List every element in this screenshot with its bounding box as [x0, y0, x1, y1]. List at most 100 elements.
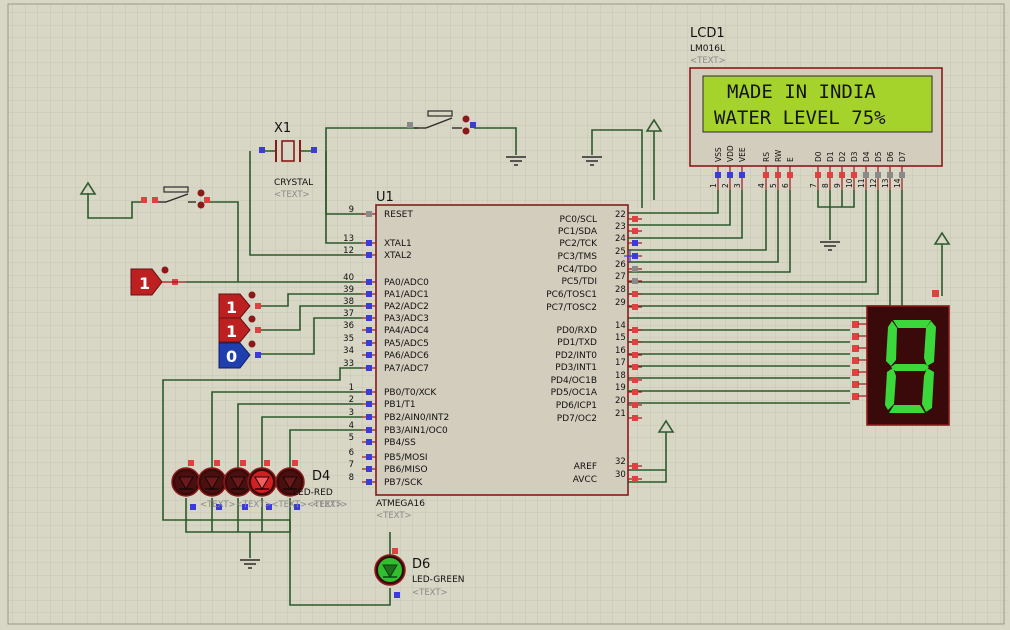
u1-pin-label: PA0/ADC0 [384, 278, 429, 288]
lcd-pin-number: 5 [769, 183, 778, 188]
u1-pin-number: 32 [615, 457, 626, 467]
u1-pin-label: PB3/AIN1/OC0 [384, 426, 448, 436]
led-red-part: LED-RED [293, 488, 333, 498]
lcd-pin-label: RW [774, 149, 783, 162]
led-green-part: LED-GREEN [412, 575, 465, 585]
u1-pin-label: PC2/TCK [559, 239, 598, 249]
led-green-name: D6 [412, 557, 430, 572]
lcd-pin-label: D0 [814, 151, 823, 162]
u1-pin-label: PD6/ICP1 [556, 401, 597, 411]
logic-state-value: 1 [226, 322, 237, 341]
u1-pin-number: 20 [615, 396, 626, 406]
u1-text: <TEXT> [376, 511, 412, 521]
u1-pin-label: PA7/ADC7 [384, 364, 429, 374]
u1-pin-label: PC7/TOSC2 [546, 303, 597, 313]
u1-pin-label: PC4/TDO [557, 265, 597, 275]
u1-pin-label: PD2/INT0 [555, 351, 597, 361]
logic-state-value: 1 [139, 274, 150, 293]
u1-pin-label: PD5/OC1A [551, 388, 598, 398]
lcd-pin-label: D5 [874, 151, 883, 162]
u1-pin-number: 19 [615, 383, 626, 393]
led-red-name: D4 [312, 469, 330, 484]
u1-pin-label: PD7/OC2 [557, 414, 597, 424]
led-green-text: <TEXT> [412, 588, 448, 598]
u1-pin-label: PC3/TMS [558, 252, 598, 262]
lcd-pin-number: 12 [869, 178, 878, 188]
u1-pin-number: 28 [615, 285, 626, 295]
u1-pin-number: 34 [343, 346, 354, 356]
u1-pin-label: PC1/SDA [558, 227, 598, 237]
lcd-pin-label: D2 [838, 151, 847, 162]
u1-pin-label: PA1/ADC1 [384, 290, 429, 300]
lcd-part: LM016L [690, 44, 725, 54]
u1-pin-number: 13 [343, 234, 354, 244]
lcd-line-1: MADE IN INDIA [727, 81, 876, 103]
u1-name: U1 [376, 190, 394, 205]
u1-pin-number: 16 [615, 346, 626, 356]
lcd-pin-label: E [786, 157, 795, 162]
u1-pin-number: 8 [349, 473, 354, 483]
schematic-canvas[interactable]: X1 CRYSTAL <TEXT> 1 1 1 0 U1 ATMEGA16 <T… [0, 0, 1010, 630]
u1-pin-number: 2 [349, 395, 354, 405]
lcd-pin-label: D1 [826, 151, 835, 162]
u1-pin-number: 30 [615, 470, 626, 480]
lcd-pin-label: VSS [714, 147, 723, 162]
lcd-pin-number: 11 [857, 178, 866, 188]
lcd-pin-label: RS [762, 152, 771, 162]
u1-pin-number: 18 [615, 371, 626, 381]
u1-pin-label: PB1/T1 [384, 400, 416, 410]
u1-pin-number: 37 [343, 309, 354, 319]
u1-pin-number: 33 [343, 359, 354, 369]
lcd-pin-number: 8 [821, 183, 830, 188]
u1-pin-number: 7 [349, 460, 354, 470]
crystal-name: X1 [274, 121, 291, 136]
u1-pin-number: 17 [615, 358, 626, 368]
u1-pin-number: 40 [343, 273, 354, 283]
lcd-pin-label: VDD [726, 145, 735, 162]
seven-segment-display[interactable] [852, 290, 950, 426]
u1-pin-label: PA4/ADC4 [384, 326, 429, 336]
lcd-pin-number: 1 [709, 183, 718, 188]
lcd-pin-label: D6 [886, 151, 895, 162]
led-red-text-last: <TEXT> [312, 500, 348, 510]
u1-pin-label: RESET [384, 210, 413, 220]
u1-pin-label: PB7/SCK [384, 478, 423, 488]
crystal-part: CRYSTAL [274, 178, 313, 188]
u1-pin-label: PB2/AIN0/INT2 [384, 413, 449, 423]
lcd-pin-label: D3 [850, 151, 859, 162]
u1-pin-label: PB0/T0/XCK [384, 388, 437, 398]
u1-pin-label: PA3/ADC3 [384, 314, 429, 324]
lcd-pin-number: 3 [733, 183, 742, 188]
lcd-pin-number: 13 [881, 178, 890, 188]
u1-pin-label: PB5/MOSI [384, 453, 428, 463]
lcd-pin-label: D7 [898, 151, 907, 162]
lcd-pin-label: VEE [738, 147, 747, 162]
lcd-text: <TEXT> [690, 56, 726, 66]
u1-pin-number: 6 [349, 448, 354, 458]
lcd-name: LCD1 [690, 26, 725, 41]
u1-pin-number: 15 [615, 333, 626, 343]
u1-pin-label: PA5/ADC5 [384, 339, 429, 349]
u1-pin-label: AREF [574, 462, 597, 472]
u1-pin-number: 38 [343, 297, 354, 307]
u1-pin-label: XTAL1 [384, 239, 412, 249]
u1-pin-number: 4 [349, 421, 354, 431]
lcd-pin-number: 2 [721, 183, 730, 188]
u1-part: ATMEGA16 [376, 499, 425, 509]
u1-pin-number: 22 [615, 210, 626, 220]
u1-pin-label: PA6/ADC6 [384, 351, 429, 361]
logic-state-value: 0 [226, 347, 237, 366]
u1-pin-number: 27 [615, 272, 626, 282]
crystal-text: <TEXT> [274, 190, 310, 200]
lcd-pin-label: D4 [862, 151, 871, 162]
lcd-pin-number: 4 [757, 183, 766, 188]
u1-pin-number: 39 [343, 285, 354, 295]
lcd-pin-number: 7 [809, 183, 818, 188]
u1-pin-number: 21 [615, 409, 626, 419]
microcontroller-u1[interactable]: U1 ATMEGA16 <TEXT> 9 RESET13 XTAL112 XTAL24… [343, 190, 642, 521]
lcd-pin-number: 6 [781, 183, 790, 188]
u1-pin-number: 35 [343, 334, 354, 344]
u1-pin-label: PD0/RXD [557, 326, 598, 336]
u1-pin-number: 24 [615, 234, 626, 244]
u1-pin-number: 29 [615, 298, 626, 308]
